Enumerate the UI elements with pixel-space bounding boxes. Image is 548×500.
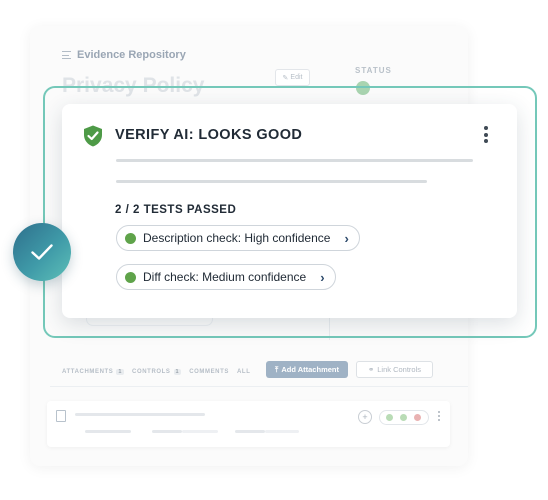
verified-badge [13,223,71,281]
list-icon [62,51,71,60]
status-dot [125,232,136,244]
status-pill[interactable] [379,410,429,425]
tab-controls-count: 1 [173,369,182,375]
tab-all[interactable]: ALL [237,369,250,375]
tab-comments-label: COMMENTS [189,369,229,375]
more-options-button[interactable] [481,126,491,146]
status-dot [125,271,136,283]
tab-comments[interactable]: COMMENTS [189,369,229,375]
description-check-chip[interactable]: Description check: High confidence › [116,225,360,251]
summary-placeholder-line [116,180,427,183]
tab-controls[interactable]: CONTROLS 1 [132,369,182,375]
evidence-tabs: ATTACHMENTS 1 CONTROLS 1 COMMENTS ALL [62,369,250,375]
pencil-icon: ✎ [282,74,289,82]
link-icon: ⚭ [367,365,375,374]
tests-summary: 2 / 2 TESTS PASSED [115,204,237,216]
tab-attachments-label: ATTACHMENTS [62,369,114,375]
row-title-placeholder [75,413,205,416]
kebab-icon [484,126,488,130]
row-meta-placeholder [235,430,265,433]
status-dot [386,414,393,421]
status-dot [400,414,407,421]
row-meta-placeholder [85,430,131,433]
checkmark-icon [31,244,53,260]
shield-check-icon [84,125,102,147]
tab-attachments-count: 1 [116,369,125,375]
chevron-right-icon: › [320,269,325,285]
add-attachment-label: Add Attachment [281,365,339,374]
attachment-row[interactable]: + [47,401,450,447]
diff-check-chip[interactable]: Diff check: Medium confidence › [116,264,336,290]
edit-button[interactable]: ✎ Edit [275,69,310,86]
link-controls-button[interactable]: ⚭ Link Controls [356,361,433,378]
row-kebab-icon[interactable] [438,411,440,423]
verify-ai-card: VERIFY AI: LOOKS GOOD 2 / 2 TESTS PASSED… [62,104,517,318]
verify-title: VERIFY AI: LOOKS GOOD [115,127,303,143]
add-circle-icon[interactable]: + [358,410,372,424]
tab-attachments[interactable]: ATTACHMENTS 1 [62,369,125,375]
row-meta-placeholder [152,430,182,433]
status-dot [414,414,421,421]
link-controls-label: Link Controls [377,365,422,374]
section-divider [50,386,468,387]
breadcrumb-label: Evidence Repository [77,49,186,61]
breadcrumb[interactable]: Evidence Repository [62,49,186,61]
tab-controls-label: CONTROLS [132,369,171,375]
row-meta-placeholder [265,430,299,433]
summary-placeholder-line [116,159,473,162]
row-meta-placeholder [182,430,218,433]
document-icon [56,410,66,422]
chevron-right-icon: › [344,230,349,246]
status-label: STATUS [355,66,392,75]
upload-icon: ⤒ [275,364,279,374]
check-label: Description check: High confidence [143,231,331,245]
add-attachment-button[interactable]: ⤒ Add Attachment [266,361,348,378]
tab-all-label: ALL [237,369,251,375]
edit-label: Edit [290,74,303,81]
check-label: Diff check: Medium confidence [143,270,307,284]
